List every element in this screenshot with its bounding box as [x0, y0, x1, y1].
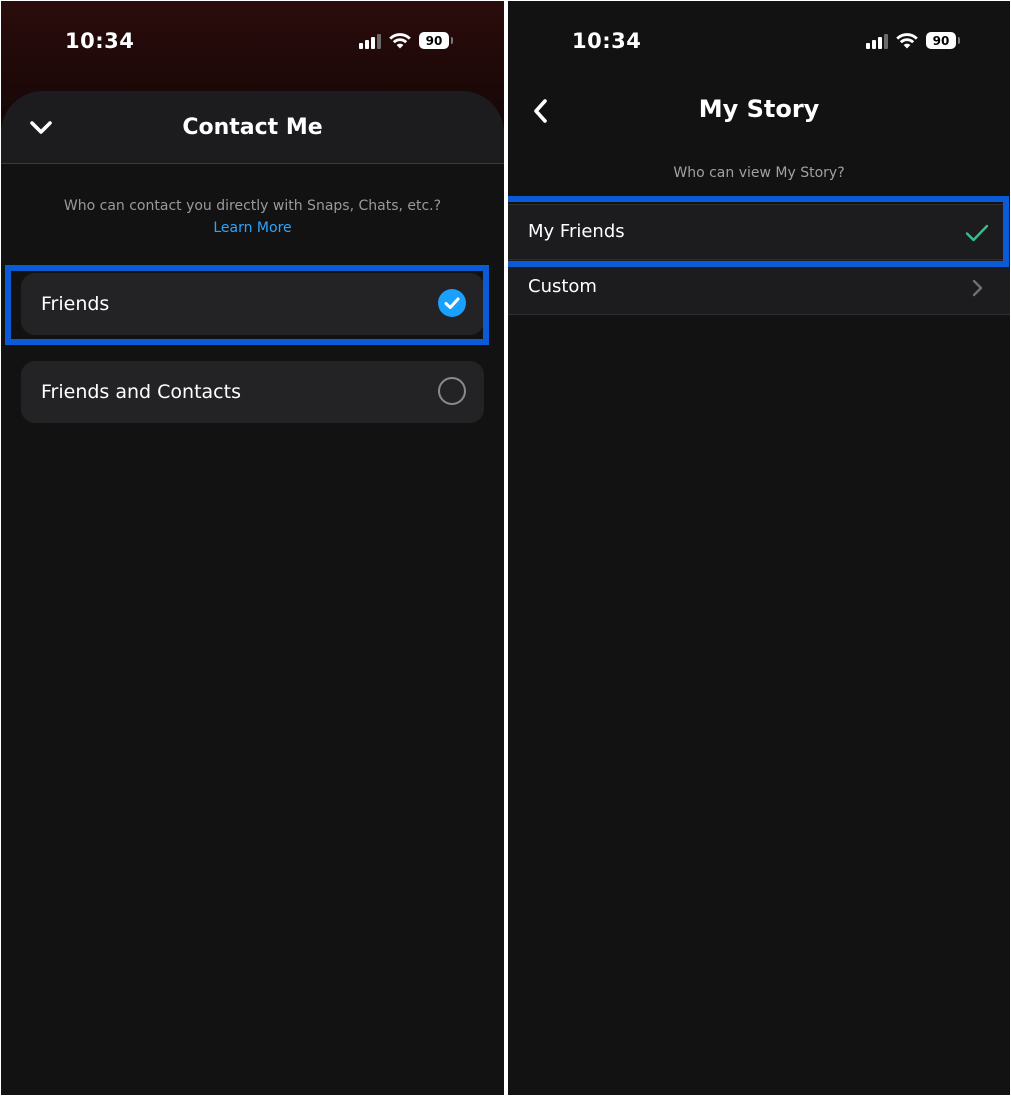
- option-label: Friends and Contacts: [41, 381, 241, 403]
- option-my-friends[interactable]: My Friends: [508, 205, 1010, 259]
- my-story-screen: 10:34 90 My Story Who can view My Story?…: [508, 1, 1010, 1095]
- checked-radio-icon: [438, 289, 466, 317]
- unchecked-radio-icon: [438, 377, 466, 405]
- battery-indicator: 90: [419, 32, 453, 49]
- option-label: Friends: [41, 293, 110, 315]
- option-label: My Friends: [528, 221, 625, 242]
- page-title: My Story: [698, 95, 820, 123]
- learn-more-link[interactable]: Learn More: [1, 220, 504, 236]
- option-custom[interactable]: Custom: [508, 260, 1010, 314]
- status-bar: 10:34 90: [508, 1, 1010, 83]
- option-friends[interactable]: Friends: [21, 273, 484, 335]
- sheet-title: Contact Me: [182, 115, 323, 140]
- nav-header: My Story: [508, 83, 1010, 139]
- wifi-icon: [389, 32, 411, 48]
- battery-indicator: 90: [926, 32, 960, 49]
- status-time: 10:34: [572, 29, 642, 53]
- status-icons: 90: [359, 32, 453, 49]
- cellular-signal-icon: [359, 33, 381, 49]
- option-friends-and-contacts[interactable]: Friends and Contacts: [21, 361, 484, 423]
- checkmark-icon: [964, 220, 990, 246]
- sheet-header: Contact Me: [1, 91, 504, 164]
- wifi-icon: [896, 32, 918, 48]
- option-label: Custom: [528, 276, 597, 297]
- divider: [508, 314, 1010, 315]
- chevron-right-icon: [964, 275, 990, 301]
- cellular-signal-icon: [866, 33, 888, 49]
- status-time: 10:34: [65, 29, 135, 53]
- contact-me-sheet: Contact Me Who can contact you directly …: [1, 91, 504, 1095]
- story-description: Who can view My Story?: [673, 165, 845, 181]
- contact-description: Who can contact you directly with Snaps,…: [63, 198, 442, 214]
- contact-me-screen: 10:34 90 Contact Me Who can contact you …: [1, 1, 504, 1095]
- status-icons: 90: [866, 32, 960, 49]
- status-bar: 10:34 90: [1, 1, 504, 83]
- screenshot-frame: 10:34 90 Contact Me Who can contact you …: [0, 0, 1011, 1096]
